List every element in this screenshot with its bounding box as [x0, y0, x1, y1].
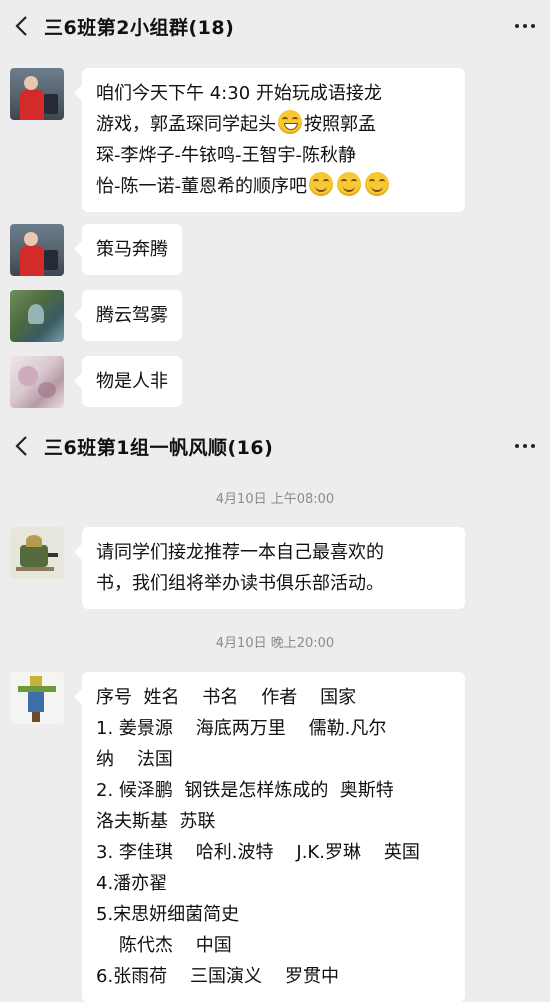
message-bubble[interactable]: 序号 姓名 书名 作者 国家 1. 姜景源 海底两万里 儒勒.凡尔 纳 法国 2…: [74, 672, 465, 1002]
more-icon: [515, 444, 519, 448]
message-line: 纳 法国: [96, 749, 173, 770]
message-row: 物是人非: [10, 356, 182, 408]
message-line: 1. 姜景源 海底两万里 儒勒.凡尔: [96, 718, 387, 739]
timestamp: 4月10日 上午08:00: [215, 492, 335, 507]
avatar[interactable]: [10, 527, 64, 579]
avatar[interactable]: [10, 672, 64, 724]
message-line: 怡-陈一诺-董恩希的顺序吧: [96, 176, 307, 197]
back-icon: [15, 436, 27, 456]
message-row: 腾云驾雾: [10, 290, 182, 342]
message-line: 3. 李佳琪 哈利.波特 J.K.罗琳 英国: [96, 842, 420, 863]
message-row: 策马奔腾: [10, 224, 182, 276]
message-bubble[interactable]: 咱们今天下午 4:30 开始玩成语接龙 游戏，郭孟琛同学起头 按照郭孟 琛-李烨子…: [74, 68, 465, 212]
message-row: 请同学们接龙推荐一本自己最喜欢的 书，我们组将举办读书俱乐部活动。: [10, 527, 465, 609]
chat-title: 三6班第2小组群(18): [44, 16, 235, 39]
avatar[interactable]: [10, 68, 64, 120]
message-line: 游戏，郭孟琛同学起头: [96, 114, 276, 135]
message-line: 4.潘亦翟: [96, 873, 168, 894]
message-line: 6.张雨荷 三国演义 罗贯中: [96, 966, 339, 987]
smile-emoji: [309, 172, 333, 196]
smile-emoji: [365, 172, 389, 196]
message-line: 书，我们组将举办读书俱乐部活动。: [96, 573, 384, 594]
message-line: 序号 姓名 书名 作者 国家: [96, 687, 357, 708]
message-line: 琛-李烨子-牛铱鸣-王智宇-陈秋静: [96, 145, 356, 166]
avatar[interactable]: [10, 356, 64, 408]
message-line: 2. 候泽鹏 钢铁是怎样炼成的 奥斯特: [96, 780, 394, 801]
message-line: 陈代杰 中国: [96, 935, 232, 956]
chat-header-1: 三6班第2小组群(18): [0, 0, 550, 52]
message-line: 洛夫斯基 苏联: [96, 811, 216, 832]
message-line: 咱们今天下午 4:30 开始玩成语接龙: [96, 83, 382, 104]
back-button[interactable]: [0, 420, 44, 472]
message-bubble[interactable]: 腾云驾雾: [74, 290, 182, 341]
more-button[interactable]: [500, 0, 550, 52]
message-bubble[interactable]: 策马奔腾: [74, 224, 182, 275]
message-row: 序号 姓名 书名 作者 国家 1. 姜景源 海底两万里 儒勒.凡尔 纳 法国 2…: [10, 672, 465, 1002]
avatar[interactable]: [10, 290, 64, 342]
message-line: 请同学们接龙推荐一本自己最喜欢的: [96, 542, 384, 563]
chat-header-2: 三6班第1组一帆风顺(16): [0, 420, 550, 472]
back-icon: [15, 16, 27, 36]
smile-emoji: [337, 172, 361, 196]
message-line: 按照郭孟: [304, 114, 376, 135]
back-button[interactable]: [0, 0, 44, 52]
message-line: 5.宋思妍细菌简史: [96, 904, 240, 925]
message-bubble[interactable]: 请同学们接龙推荐一本自己最喜欢的 书，我们组将举办读书俱乐部活动。: [74, 527, 465, 609]
chat-title: 三6班第1组一帆风顺(16): [44, 436, 274, 459]
more-button[interactable]: [500, 420, 550, 472]
message-row: 咱们今天下午 4:30 开始玩成语接龙 游戏，郭孟琛同学起头 按照郭孟 琛-李烨子…: [10, 68, 465, 212]
grin-emoji: [278, 110, 302, 134]
more-icon: [515, 24, 519, 28]
message-bubble[interactable]: 物是人非: [74, 356, 182, 407]
timestamp: 4月10日 晚上20:00: [215, 636, 335, 651]
avatar[interactable]: [10, 224, 64, 276]
